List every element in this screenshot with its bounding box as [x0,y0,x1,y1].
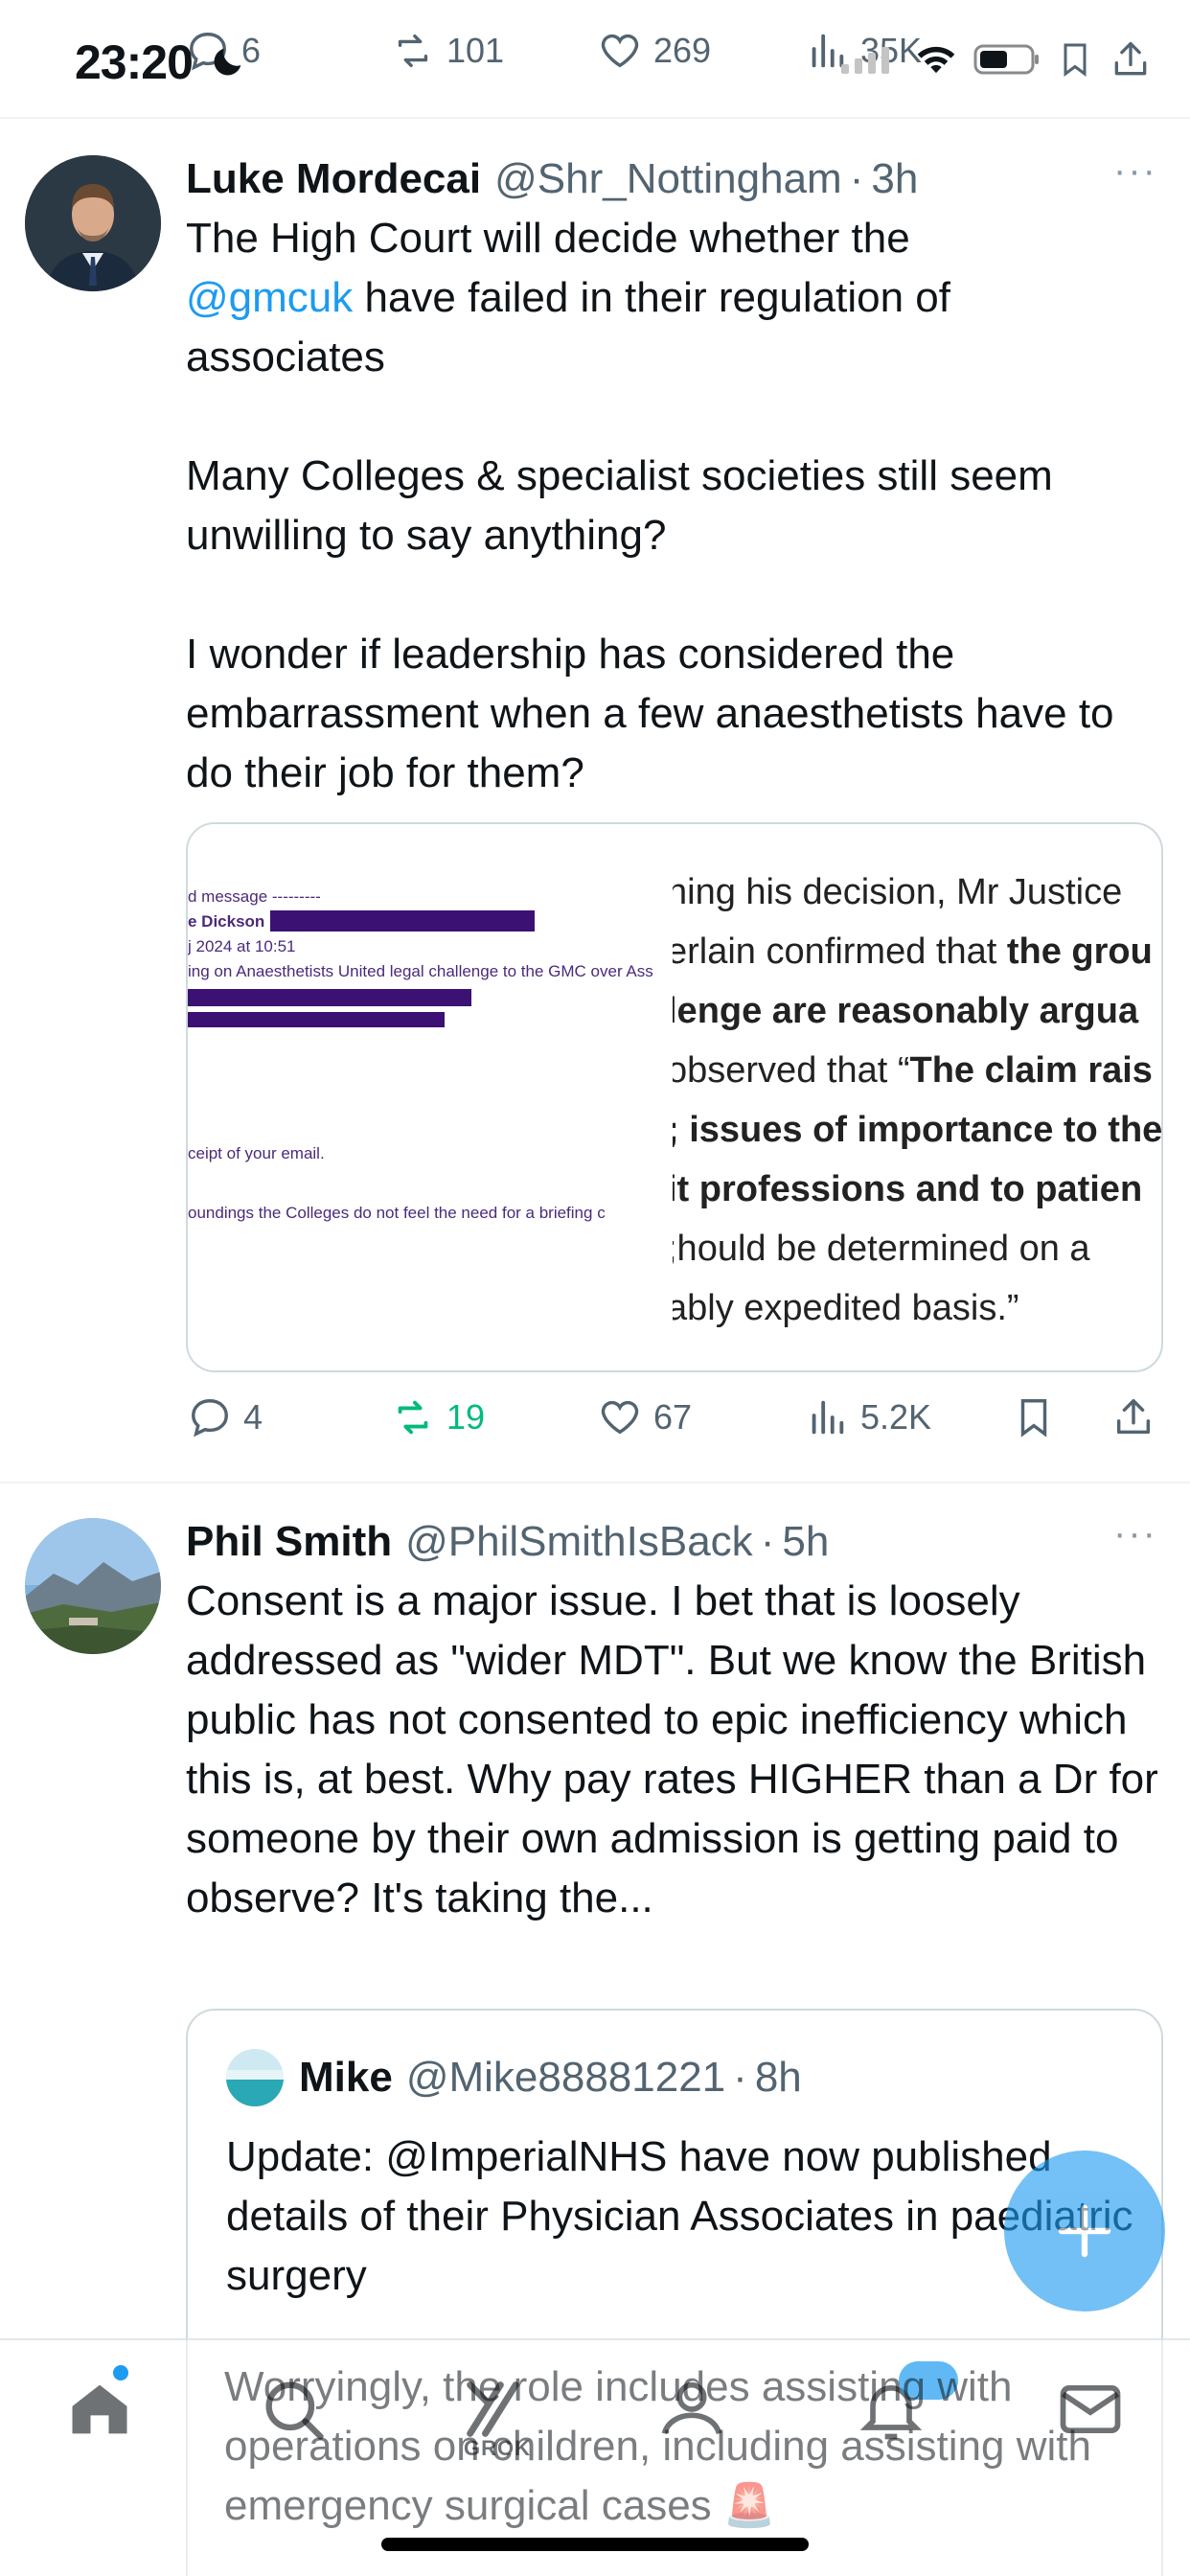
repost-icon [398,1400,428,1435]
status-time: 23:20 [75,35,194,89]
tweet-paragraph: Many Colleges & specialist societies sti… [186,452,1053,559]
tweet-header: Phil Smith @PhilSmithIsBack · 5h [186,1518,829,1566]
tweet-line: The High Court will decide whether the [186,215,910,262]
like-button[interactable]: 269 [598,29,711,73]
excerpt-line: ; issues of importance to the [673,1110,1161,1150]
repost-count: 19 [446,1397,486,1437]
battery-icon [973,44,1039,75]
home-indicator[interactable] [381,2538,809,2551]
user-handle[interactable]: @Shr_Nottingham [494,155,842,203]
repost-button[interactable]: 101 [391,29,504,73]
quoted-avatar [226,2049,284,2106]
quoted-timestamp: 8h [754,2054,802,2101]
status-bar: 6 101 269 35K 23:20 [0,0,1190,119]
excerpt-line: erlain confirmed that the grou [673,932,1153,972]
views-button[interactable]: 5.2K [805,1395,931,1439]
views-count: 5.2K [860,1397,932,1437]
like-button[interactable]: 67 [598,1395,692,1439]
redaction-bar [188,989,471,1006]
like-count: 269 [653,31,712,70]
email-line: ceipt of your email. [188,1144,325,1162]
excerpt-line: ;hould be determined on a [673,1229,1090,1269]
more-options-button[interactable]: ··· [1113,150,1157,193]
heart-icon [601,34,639,68]
views-icon [812,1400,844,1435]
email-line: oundings the Colleges do not feel the ne… [188,1204,606,1222]
share-icon [1116,1399,1151,1435]
repost-icon [398,34,428,68]
excerpt-line: ably expedited basis.” [673,1288,1019,1328]
mention-link[interactable]: @gmcuk [186,274,353,321]
nav-home[interactable] [63,2373,136,2446]
excerpt-line: it professions and to patien [673,1169,1143,1209]
avatar[interactable] [25,155,161,291]
system-icons [841,38,1152,80]
reply-count: 4 [243,1397,263,1437]
bookmark-icon[interactable] [1056,38,1094,80]
repost-count: 101 [446,31,505,70]
separator-dot: · [760,1518,775,1565]
tweet-line-text: have failed in their regulation of [353,274,950,321]
quoted-tweet-header: Mike @Mike88881221 · 8h [226,2049,802,2106]
tweet[interactable]: Luke Mordecai @Shr_Nottingham · 3h ··· T… [0,121,1190,1482]
home-unread-dot [113,2365,128,2380]
media-image[interactable]: d message --------- e Dickson j 2024 at … [186,822,1163,1372]
signal-icon [841,47,889,74]
quoted-tweet-continued-text: Worryingly, the role includes assisting … [224,2363,1091,2529]
excerpt-line: lenge are reasonably argua [673,991,1139,1031]
plus-icon [1058,2204,1111,2258]
avatar-image [25,155,161,291]
judgment-excerpt: ning his decision, Mr Justice erlain con… [673,824,1161,1370]
home-icon [72,2384,127,2434]
quoted-display-name: Mike [299,2054,393,2101]
excerpt-line: ning his decision, Mr Justice [673,872,1123,912]
tweet-paragraph: I wonder if leadership has considered th… [186,631,1114,796]
bookmark-button[interactable] [1012,1395,1056,1439]
bookmark-icon [1020,1399,1047,1438]
repost-button[interactable]: 19 [391,1395,485,1439]
separator-dot: · [849,155,864,202]
email-line: d message --------- [188,887,321,906]
reply-button[interactable]: 4 [188,1395,263,1439]
excerpt-line: observed that “The claim rais [673,1050,1153,1091]
like-count: 67 [653,1397,693,1437]
email-line: j 2024 at 10:51 [188,937,296,955]
redaction-bar [188,1012,445,1027]
timestamp[interactable]: 5h [782,1518,829,1566]
tweet-header: Luke Mordecai @Shr_Nottingham · 3h [186,155,918,203]
email-line: e Dickson [188,912,265,931]
tweet-text: The High Court will decide whether the @… [186,209,1163,803]
timestamp[interactable]: 3h [871,155,918,203]
reply-icon [192,1399,228,1438]
email-line: ing on Anaesthetists United legal challe… [188,962,653,980]
separator-dot: · [733,2054,747,2101]
heart-icon [601,1400,639,1435]
avatar-image [25,1518,161,1654]
wifi-icon [917,46,955,74]
email-screenshot: d message --------- e Dickson j 2024 at … [188,824,673,1370]
share-button[interactable] [1111,1395,1156,1439]
compose-button[interactable] [1004,2150,1165,2312]
share-icon[interactable] [1110,38,1152,80]
tweet-text: Consent is a major issue. I bet that is … [186,1577,1158,1921]
avatar[interactable] [25,1518,161,1654]
tweet-line: @gmcuk have failed in their regulation o… [186,268,1163,328]
display-name[interactable]: Luke Mordecai [186,155,481,203]
tweet-line: associates [186,334,385,380]
more-options-button[interactable]: ··· [1113,1512,1157,1555]
user-handle[interactable]: @PhilSmithIsBack [405,1518,753,1566]
tweet-actions: 4 19 67 5.2K [186,1395,1163,1453]
display-name[interactable]: Phil Smith [186,1518,392,1566]
moon-icon [214,48,241,76]
redaction-bar [270,910,535,932]
quoted-user-handle: @Mike88881221 [405,2054,726,2101]
